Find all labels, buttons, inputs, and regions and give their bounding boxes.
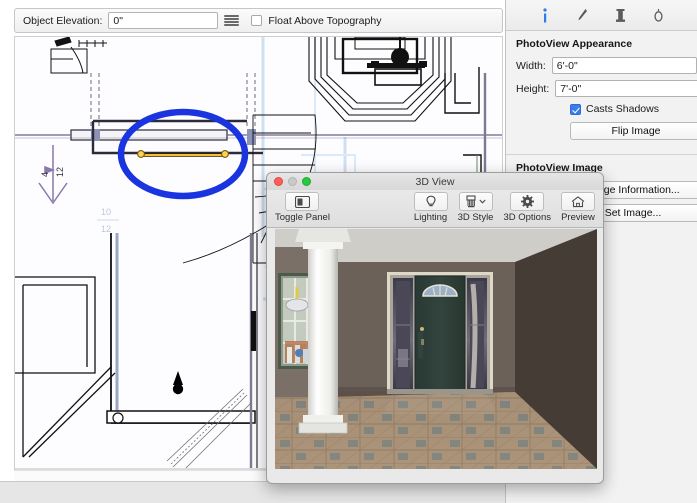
slope-run-label: 12 [55, 167, 65, 177]
float-above-topography-checkbox[interactable] [251, 15, 263, 26]
3d-style-button[interactable]: 3D Style [457, 192, 494, 223]
3d-view-titlebar[interactable]: 3D View [267, 173, 603, 190]
lighting-button[interactable]: Lighting [413, 192, 448, 223]
photoview-appearance-title: PhotoView Appearance [516, 38, 633, 50]
preview-label: Preview [561, 212, 595, 223]
height-field-row: Height: [516, 80, 697, 97]
front-door-assembly [387, 272, 493, 394]
lighting-label: Lighting [413, 212, 448, 223]
toggle-panel-button[interactable]: Toggle Panel [275, 192, 330, 223]
traffic-lights [274, 177, 311, 186]
house-icon [561, 192, 595, 211]
3d-options-label: 3D Options [503, 212, 551, 223]
slope-rise-label: 4 [40, 172, 50, 177]
info-icon[interactable] [536, 6, 553, 25]
inspector-tab-bar [506, 0, 697, 31]
gear-icon [510, 192, 545, 211]
width-field-row: Width: [516, 57, 697, 74]
application-window: 4 12 10 12 Object Elevation: 0" Float Ab… [0, 0, 697, 503]
3d-view-title: 3D View [415, 175, 455, 188]
foyer-render [275, 229, 597, 469]
toggle-panel-label: Toggle Panel [275, 212, 330, 223]
dim-run-label: 12 [101, 224, 111, 234]
object-elevation-label: Object Elevation: [23, 14, 103, 27]
casts-shadows-label: Casts Shadows [586, 103, 659, 115]
paint-roller-icon [458, 192, 493, 211]
flip-image-button[interactable]: Flip Image [570, 122, 697, 140]
lightbulb-icon [413, 192, 448, 211]
3d-options-button[interactable]: 3D Options [503, 192, 551, 223]
width-input[interactable] [551, 57, 697, 74]
light-icon[interactable] [650, 6, 667, 25]
ceiling-fixture [341, 37, 427, 86]
3d-view-window[interactable]: 3D View Toggle Panel Lighting 3D Style 3… [266, 172, 604, 484]
chevron-down-icon [479, 199, 486, 204]
width-label: Width: [516, 59, 546, 72]
camera-viewpoint-marker [172, 371, 184, 395]
zoom-button[interactable] [302, 177, 311, 186]
dim-rise-label: 10 [101, 207, 111, 217]
height-input[interactable] [555, 80, 697, 97]
close-button[interactable] [274, 177, 283, 186]
casts-shadows-checkbox[interactable] [570, 103, 581, 115]
preview-button[interactable]: Preview [561, 192, 595, 223]
photoview-appearance-section: PhotoView Appearance Width: Height: Cast… [506, 31, 697, 154]
3d-view-toolbar: Toggle Panel Lighting 3D Style 3D Option… [267, 190, 603, 228]
3d-rendered-scene[interactable] [275, 229, 597, 469]
height-label: Height: [516, 82, 550, 95]
selected-wall-segment [137, 150, 229, 158]
octagonal-bay [308, 37, 452, 122]
3d-style-label: 3D Style [457, 212, 494, 223]
minimize-button[interactable] [288, 177, 297, 186]
object-elevation-toolbar: Object Elevation: Float Above Topography [14, 8, 503, 33]
pen-icon[interactable] [574, 6, 591, 25]
casts-shadows-row[interactable]: Casts Shadows [570, 103, 687, 115]
panel-icon [285, 192, 320, 211]
float-above-topography-label: Float Above Topography [268, 14, 382, 27]
hamburger-icon[interactable] [224, 14, 240, 27]
object-elevation-input[interactable] [108, 12, 219, 29]
column-icon[interactable] [612, 6, 629, 25]
